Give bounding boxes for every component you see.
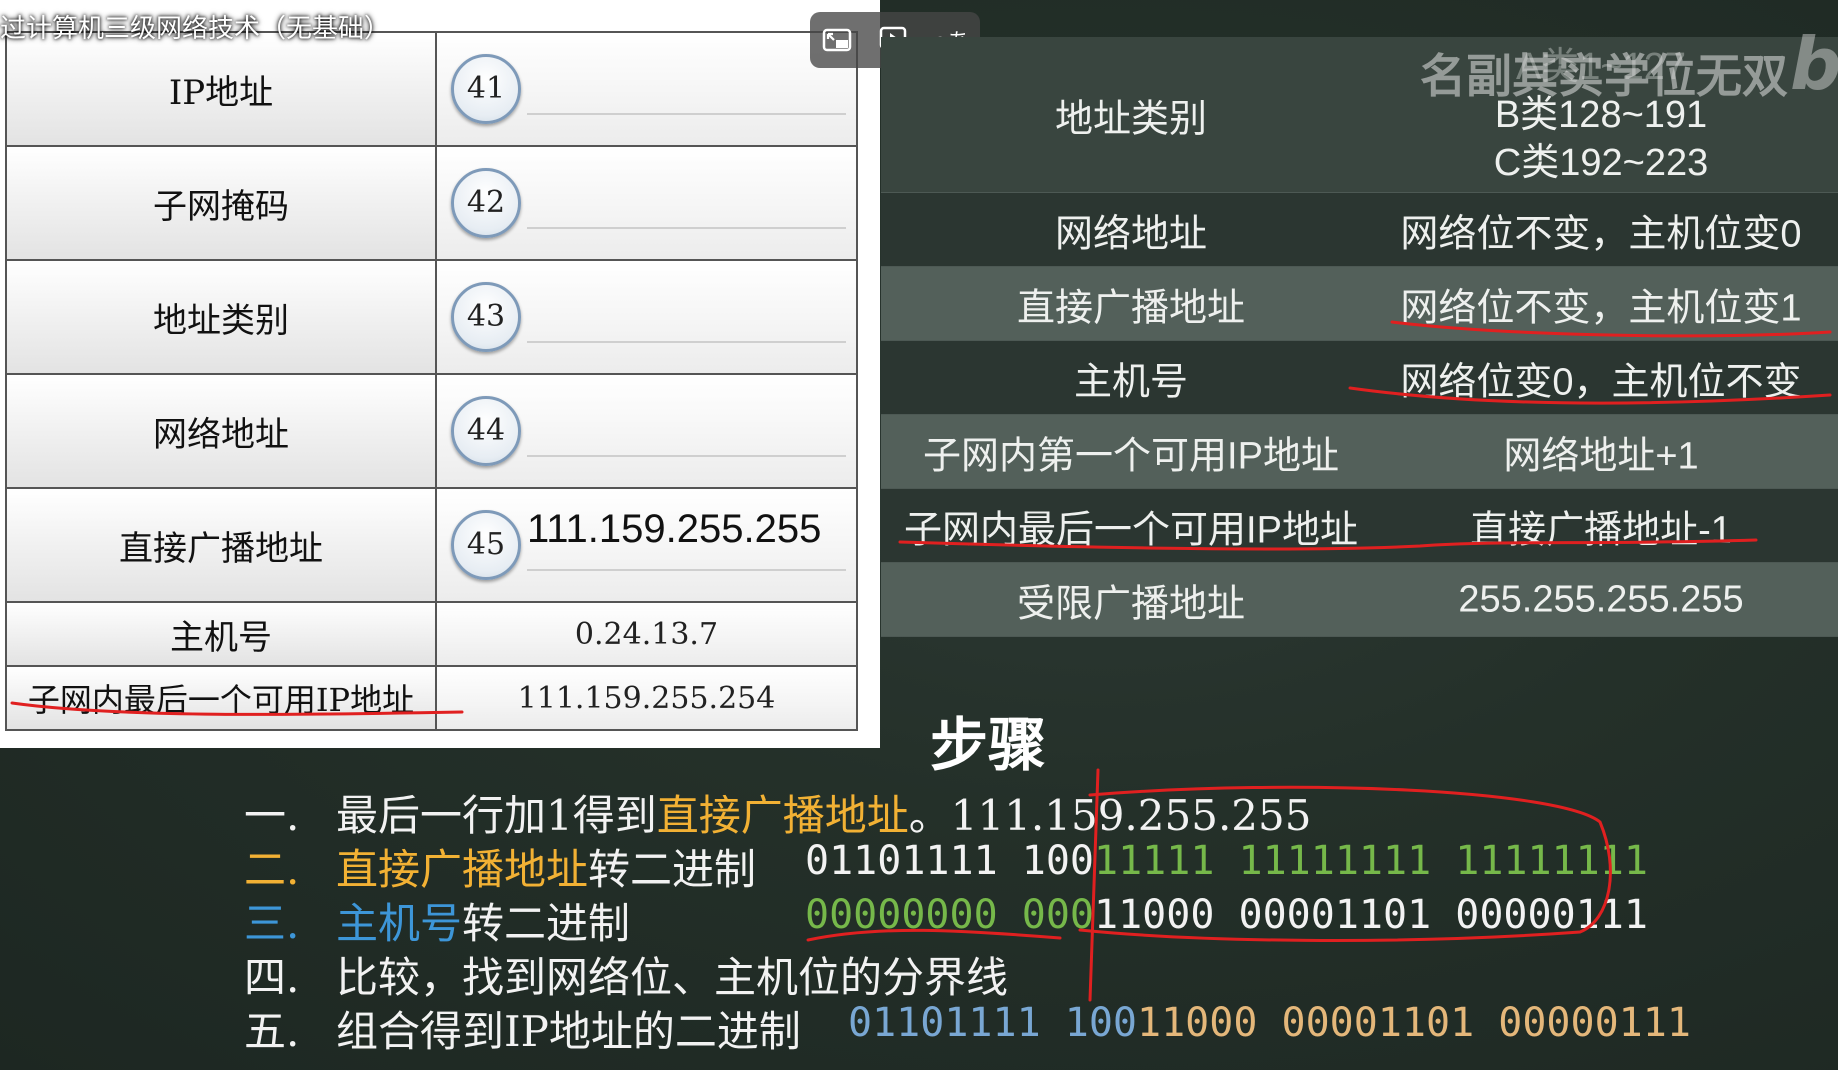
table-row: 网络地址 44 [5, 373, 858, 489]
row-label: 网络地址 [1054, 213, 1207, 255]
binary-result: 01101111 10011000 00001101 00000111 [848, 1000, 1691, 1046]
table-row: 地址类别 43 [5, 259, 858, 375]
row-value: 0.24.13.7 [435, 601, 858, 667]
question-table-panel: IP地址 41 子网掩码 42 地址类别 43 网络地址 44 直接广播地址 4… [0, 0, 880, 748]
row-label: 子网内第一个可用IP地址 [923, 435, 1339, 477]
question-number: 45 [451, 510, 521, 580]
step-5: 五. 组合得到IP地址的二进制 [244, 1007, 801, 1056]
answer-blank [527, 569, 846, 571]
table-row: 主机号 网络位变0，主机位不变 [881, 341, 1838, 415]
step-2: 二. 直接广播地址转二进制 [244, 845, 757, 894]
question-number: 41 [451, 54, 521, 124]
question-number: 42 [451, 168, 521, 238]
step-4: 四. 比较，找到网络位、主机位的分界线 [244, 953, 1009, 1002]
row-label: 子网内最后一个可用IP地址 [904, 509, 1358, 551]
row-label: IP地址 [5, 31, 437, 147]
table-row: IP地址 41 [5, 31, 858, 147]
question-number: 43 [451, 282, 521, 352]
answer-blank [527, 227, 846, 229]
answer-blank [527, 455, 846, 457]
step-3: 三. 主机号转二进制 [244, 899, 631, 948]
row-label: 直接广播地址 [1016, 287, 1245, 329]
row-value: 111.159.255.254 [435, 665, 858, 731]
row-label: 主机号 [5, 601, 437, 667]
row-value: 直接广播地址-1 [1470, 509, 1732, 551]
table-row: 子网内第一个可用IP地址 网络地址+1 [881, 415, 1838, 489]
steps-title: 步骤 [930, 711, 1047, 779]
row-value: 网络位变0，主机位不变 [1400, 361, 1802, 403]
step-1: 一. 最后一行加1得到直接广播地址。111.159.255.255 [244, 791, 1312, 840]
row-label: 地址类别 [5, 259, 437, 375]
table-row: 子网内最后一个可用IP地址 直接广播地址-1 [881, 489, 1838, 563]
video-title: 过计算机三级网络技术（无基础） [0, 13, 391, 43]
reference-table: 地址类别 A类1~127 B类128~191 C类192~223 网络地址 网络… [881, 37, 1838, 637]
binary-broadcast: 01101111 10011111 11111111 11111111 [805, 838, 1648, 884]
row-label: 地址类别 [1054, 98, 1207, 140]
row-value: 网络位不变，主机位变0 [1400, 213, 1802, 255]
row-label: 主机号 [1073, 361, 1188, 403]
row-label: 子网内最后一个可用IP地址 [5, 665, 437, 731]
binary-host: 00000000 00011000 00001101 00000111 [805, 892, 1648, 938]
row-value: 255.255.255.255 [1458, 578, 1744, 620]
table-row: 子网内最后一个可用IP地址 111.159.255.254 [5, 665, 858, 731]
row-label: 直接广播地址 [5, 487, 437, 603]
question-table: IP地址 41 子网掩码 42 地址类别 43 网络地址 44 直接广播地址 4… [5, 31, 858, 731]
answer-blank [527, 341, 846, 343]
row-value: 网络地址+1 [1503, 435, 1699, 477]
answer-text: 111.159.255.255 [527, 507, 822, 551]
row-label: 子网掩码 [5, 145, 437, 261]
table-row: 直接广播地址 网络位不变，主机位变1 [881, 267, 1838, 341]
table-row: 直接广播地址 45 111.159.255.255 [5, 487, 858, 603]
pip-icon[interactable] [820, 22, 856, 58]
table-row: 网络地址 网络位不变，主机位变0 [881, 193, 1838, 267]
watermark-text: 名副其实学位无双 [1420, 49, 1788, 103]
table-row: 受限广播地址 255.255.255.255 [881, 563, 1838, 637]
bilibili-logo: b [1790, 22, 1838, 106]
row-value: 网络位不变，主机位变1 [1400, 287, 1802, 329]
answer-blank [527, 113, 846, 115]
table-row: 子网掩码 42 [5, 145, 858, 261]
question-number: 44 [451, 396, 521, 466]
row-label: 受限广播地址 [1016, 583, 1245, 625]
row-label: 网络地址 [5, 373, 437, 489]
table-row: 主机号 0.24.13.7 [5, 601, 858, 667]
